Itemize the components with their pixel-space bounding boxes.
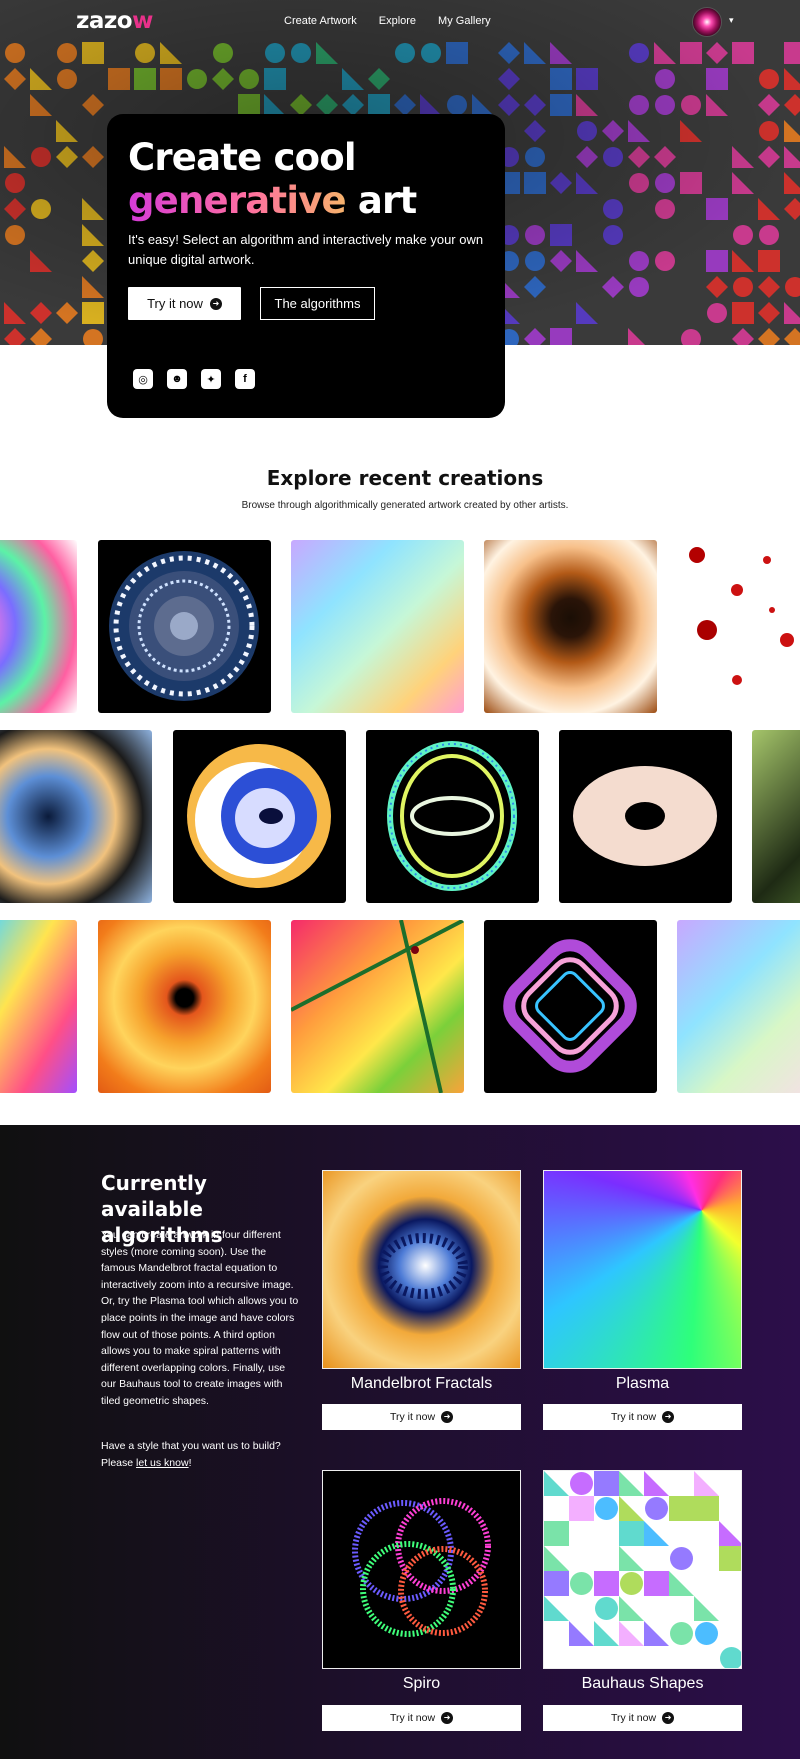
reddit-icon[interactable]: ☻: [167, 369, 187, 389]
bauhaus-shape: [594, 1571, 619, 1596]
hero-subtitle: It's easy! Select an algorithm and inter…: [128, 232, 484, 267]
artwork-tile[interactable]: [98, 540, 271, 713]
artwork-gallery: [0, 540, 800, 1100]
arrow-right-icon: ➜: [662, 1712, 675, 1724]
artwork-tile[interactable]: [291, 920, 464, 1093]
nav-create-artwork[interactable]: Create Artwork: [284, 15, 357, 27]
artwork-tile[interactable]: [173, 730, 346, 903]
try-bauhaus-button[interactable]: Try it now ➜: [543, 1705, 742, 1731]
bauhaus-shape: [619, 1471, 644, 1496]
algorithm-name-bauhaus: Bauhaus Shapes: [581, 1675, 704, 1692]
bauhaus-shape: [544, 1571, 569, 1596]
algorithm-name-plasma: Plasma: [615, 1375, 670, 1392]
bauhaus-shape: [619, 1496, 644, 1521]
the-algorithms-button[interactable]: The algorithms: [260, 287, 375, 320]
arrow-right-icon: ➜: [441, 1712, 454, 1724]
bauhaus-shape: [594, 1471, 619, 1496]
bauhaus-shape: [544, 1596, 569, 1621]
mandelbrot-thumbnail[interactable]: [322, 1170, 521, 1369]
facebook-icon[interactable]: f: [235, 369, 255, 389]
bauhaus-shape: [569, 1621, 594, 1646]
bauhaus-shape: [644, 1471, 669, 1496]
artwork-tile[interactable]: [752, 730, 800, 903]
artwork-tile[interactable]: [484, 920, 657, 1093]
try-plasma-button[interactable]: Try it now ➜: [543, 1404, 742, 1430]
artwork-tile[interactable]: [291, 540, 464, 713]
explore-title: Explore recent creations: [266, 466, 544, 490]
artwork-tile[interactable]: [98, 920, 271, 1093]
plasma-thumbnail[interactable]: [543, 1170, 742, 1369]
nav-explore[interactable]: Explore: [379, 15, 416, 27]
try-spiro-button[interactable]: Try it now ➜: [322, 1705, 521, 1731]
bauhaus-shape: [719, 1546, 741, 1571]
bauhaus-shape: [570, 1572, 593, 1595]
artwork-tile[interactable]: [0, 920, 77, 1093]
bauhaus-shape: [570, 1472, 593, 1495]
top-nav: zazow Create Artwork Explore My Gallery …: [0, 0, 800, 44]
bauhaus-shape: [670, 1622, 693, 1645]
bauhaus-shape: [644, 1571, 669, 1596]
twitter-icon[interactable]: ✦: [201, 369, 221, 389]
logo[interactable]: zazow: [76, 8, 153, 34]
hero-card: Create cool generative art It's easy! Se…: [107, 114, 505, 418]
artwork-tile[interactable]: [559, 730, 732, 903]
bauhaus-shape: [544, 1471, 569, 1496]
bauhaus-shape: [645, 1497, 668, 1520]
user-avatar[interactable]: [692, 7, 722, 37]
hero-title: Create cool generative art: [128, 136, 417, 222]
bauhaus-shape: [694, 1496, 719, 1521]
bauhaus-shape: [644, 1521, 669, 1546]
let-us-know-link[interactable]: let us know: [136, 1457, 189, 1469]
bauhaus-thumbnail[interactable]: [543, 1470, 742, 1669]
spiro-thumbnail[interactable]: [322, 1470, 521, 1669]
try-it-now-button[interactable]: Try it now ➜: [128, 287, 241, 320]
bauhaus-shape: [670, 1547, 693, 1570]
bauhaus-shape: [619, 1546, 644, 1571]
bauhaus-shape: [595, 1497, 618, 1520]
nav-my-gallery[interactable]: My Gallery: [438, 15, 491, 27]
bauhaus-shape: [719, 1521, 741, 1546]
chevron-down-icon[interactable]: ▾: [729, 15, 734, 26]
algorithm-name-spiro: Spiro: [402, 1675, 441, 1692]
bauhaus-shape: [720, 1647, 741, 1668]
arrow-right-icon: ➜: [662, 1411, 675, 1423]
social-links: ◎ ☻ ✦ f: [133, 369, 255, 389]
explore-subtitle: Browse through algorithmically generated…: [241, 500, 569, 511]
bauhaus-shape: [644, 1621, 669, 1646]
bauhaus-shape: [619, 1596, 644, 1621]
bauhaus-shape: [619, 1521, 644, 1546]
bauhaus-shape: [669, 1571, 694, 1596]
bauhaus-shape: [544, 1546, 569, 1571]
instagram-icon[interactable]: ◎: [133, 369, 153, 389]
bauhaus-shape: [694, 1471, 719, 1496]
bauhaus-shape: [669, 1496, 694, 1521]
bauhaus-shape: [594, 1621, 619, 1646]
bauhaus-shape: [620, 1572, 643, 1595]
algorithm-name-mandelbrot: Mandelbrot Fractals: [350, 1375, 493, 1392]
bauhaus-shape: [694, 1596, 719, 1621]
try-mandelbrot-button[interactable]: Try it now ➜: [322, 1404, 521, 1430]
artwork-tile[interactable]: [0, 730, 152, 903]
artwork-tile[interactable]: [677, 540, 800, 713]
bauhaus-shape: [544, 1521, 569, 1546]
artwork-tile[interactable]: [484, 540, 657, 713]
artwork-tile[interactable]: [366, 730, 539, 903]
algorithms-request: Have a style that you want us to build? …: [101, 1440, 281, 1469]
artwork-tile[interactable]: [677, 920, 800, 1093]
arrow-right-icon: ➜: [209, 297, 222, 310]
algorithms-description: You can create artwork in four different…: [101, 1229, 299, 1407]
bauhaus-shape: [569, 1496, 594, 1521]
bauhaus-shape: [695, 1622, 718, 1645]
algorithms-section: Currently available algorithms You can c…: [0, 1125, 800, 1759]
bauhaus-shape: [595, 1597, 618, 1620]
arrow-right-icon: ➜: [441, 1411, 454, 1423]
bauhaus-shape: [619, 1621, 644, 1646]
artwork-tile[interactable]: [0, 540, 77, 713]
